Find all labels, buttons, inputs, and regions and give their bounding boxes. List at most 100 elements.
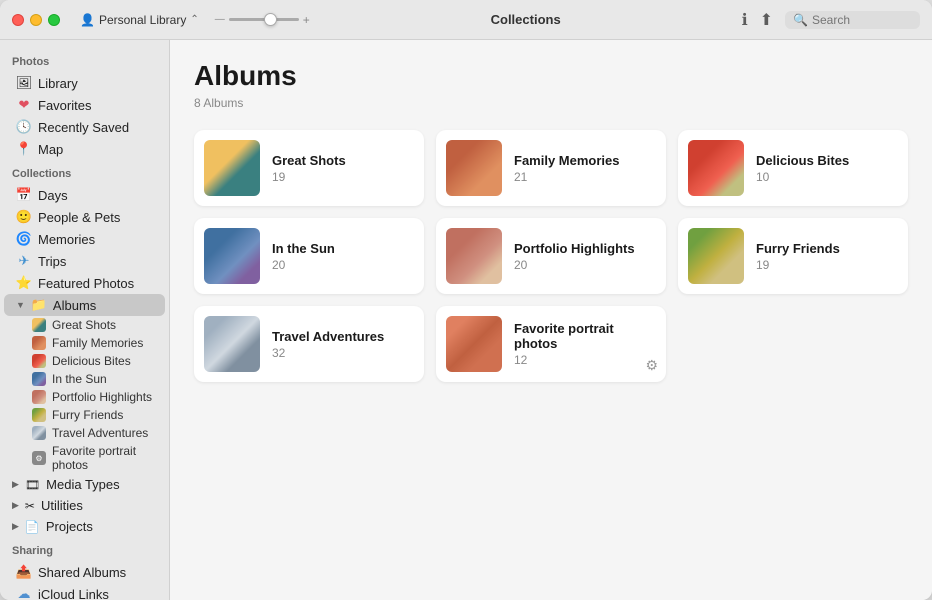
settings-icon[interactable]: ⚙: [645, 357, 658, 374]
delicious-bites-thumb: [32, 354, 46, 368]
album-name: Travel Adventures: [272, 329, 414, 344]
sidebar-item-label: Shared Albums: [38, 565, 126, 580]
album-card-travel-adventures[interactable]: Travel Adventures 32: [194, 306, 424, 382]
sidebar-item-label: Memories: [38, 232, 95, 247]
album-name: Favorite portrait photos: [514, 321, 656, 351]
sidebar-sub-family-memories[interactable]: Family Memories: [4, 334, 165, 352]
album-count: 20: [514, 258, 656, 272]
share-button[interactable]: ⬆: [760, 10, 773, 30]
album-card-portfolio-highlights[interactable]: Portfolio Highlights 20: [436, 218, 666, 294]
album-thumbnail: [204, 316, 260, 372]
album-card-furry-friends[interactable]: Furry Friends 19: [678, 218, 908, 294]
sidebar-item-people-pets[interactable]: 🙂 People & Pets: [4, 206, 165, 228]
albums-grid: Great Shots 19 Family Memories 21 Delici…: [194, 130, 908, 382]
album-count: 19: [272, 170, 414, 184]
favorites-icon: ❤: [16, 97, 32, 113]
recently-saved-icon: 🕓: [16, 119, 32, 135]
sidebar-sub-furry-friends[interactable]: Furry Friends: [4, 406, 165, 424]
album-info: In the Sun 20: [272, 241, 414, 272]
titlebar-right: ℹ ⬆ 🔍: [742, 10, 920, 30]
page-title: Albums: [194, 60, 908, 92]
sub-item-label: In the Sun: [52, 372, 107, 386]
album-info: Great Shots 19: [272, 153, 414, 184]
library-picker[interactable]: 👤 Personal Library ⌃: [80, 13, 199, 27]
sidebar-item-library[interactable]: 🖼 Library: [4, 72, 165, 94]
album-card-delicious-bites[interactable]: Delicious Bites 10: [678, 130, 908, 206]
sidebar-item-days[interactable]: 📅 Days: [4, 184, 165, 206]
icloud-links-icon: ☁: [16, 586, 32, 600]
library-label: Personal Library: [99, 13, 186, 27]
chevron-right-icon: [12, 500, 19, 511]
search-input[interactable]: [812, 13, 912, 27]
slider-track: [229, 18, 299, 21]
projects-icon: 📄: [25, 520, 40, 534]
sub-item-label: Great Shots: [52, 318, 116, 332]
sidebar-item-icloud-links[interactable]: ☁ iCloud Links: [4, 583, 165, 600]
memories-icon: 🌀: [16, 231, 32, 247]
maximize-button[interactable]: [48, 14, 60, 26]
close-button[interactable]: [12, 14, 24, 26]
album-name: Delicious Bites: [756, 153, 898, 168]
zoom-slider[interactable]: — +: [215, 13, 310, 27]
album-count: 21: [514, 170, 656, 184]
portfolio-thumb: [32, 390, 46, 404]
search-icon: 🔍: [793, 13, 808, 27]
sidebar-item-utilities[interactable]: ✂ Utilities: [4, 495, 165, 516]
sidebar-sub-delicious-bites[interactable]: Delicious Bites: [4, 352, 165, 370]
album-thumbnail: [688, 228, 744, 284]
sidebar-sub-travel[interactable]: Travel Adventures: [4, 424, 165, 442]
sidebar-sub-great-shots[interactable]: Great Shots: [4, 316, 165, 334]
sidebar-item-trips[interactable]: ✈ Trips: [4, 250, 165, 272]
sidebar-sub-portfolio[interactable]: Portfolio Highlights: [4, 388, 165, 406]
sidebar: Photos 🖼 Library ❤ Favorites 🕓 Recently …: [0, 40, 170, 600]
sidebar-sub-in-the-sun[interactable]: In the Sun: [4, 370, 165, 388]
sub-item-label: Family Memories: [52, 336, 143, 350]
sidebar-item-albums[interactable]: 📁 Albums: [4, 294, 165, 316]
titlebar-left: 👤 Personal Library ⌃ — +: [80, 13, 310, 27]
album-card-family-memories[interactable]: Family Memories 21: [436, 130, 666, 206]
great-shots-thumb: [32, 318, 46, 332]
album-count: 10: [756, 170, 898, 184]
album-thumbnail: [204, 228, 260, 284]
sidebar-item-featured-photos[interactable]: ⭐ Featured Photos: [4, 272, 165, 294]
album-count: 20: [272, 258, 414, 272]
chevron-right-icon: [12, 479, 19, 490]
sidebar-item-label: Favorites: [38, 98, 91, 113]
sub-item-label: Furry Friends: [52, 408, 123, 422]
album-info: Furry Friends 19: [756, 241, 898, 272]
travel-thumb: [32, 426, 46, 440]
days-icon: 📅: [16, 187, 32, 203]
info-button[interactable]: ℹ: [742, 10, 748, 30]
featured-photos-icon: ⭐: [16, 275, 32, 291]
in-the-sun-thumb: [32, 372, 46, 386]
sidebar-item-shared-albums[interactable]: 📤 Shared Albums: [4, 561, 165, 583]
sidebar-item-memories[interactable]: 🌀 Memories: [4, 228, 165, 250]
album-count: 12: [514, 353, 656, 367]
search-box[interactable]: 🔍: [785, 11, 920, 29]
sidebar-sub-portrait[interactable]: ⚙ Favorite portrait photos: [4, 442, 165, 474]
sidebar-item-label: Days: [38, 188, 68, 203]
sidebar-item-map[interactable]: 📍 Map: [4, 138, 165, 160]
album-info: Delicious Bites 10: [756, 153, 898, 184]
sidebar-item-media-types[interactable]: 🎞 Media Types: [4, 474, 165, 495]
sidebar-item-recently-saved[interactable]: 🕓 Recently Saved: [4, 116, 165, 138]
trips-icon: ✈: [16, 253, 32, 269]
media-types-icon: 🎞: [25, 478, 40, 492]
sidebar-item-label: Projects: [46, 519, 93, 534]
slider-thumb: [264, 13, 277, 26]
album-card-great-shots[interactable]: Great Shots 19: [194, 130, 424, 206]
album-name: Family Memories: [514, 153, 656, 168]
album-card-in-the-sun[interactable]: In the Sun 20: [194, 218, 424, 294]
sidebar-item-label: Library: [38, 76, 78, 91]
sidebar-item-projects[interactable]: 📄 Projects: [4, 516, 165, 537]
minimize-button[interactable]: [30, 14, 42, 26]
people-pets-icon: 🙂: [16, 209, 32, 225]
sidebar-item-label: People & Pets: [38, 210, 120, 225]
window-title: Collections: [491, 12, 561, 27]
titlebar-center: Collections: [310, 12, 742, 27]
album-name: Furry Friends: [756, 241, 898, 256]
album-card-favorite-portrait[interactable]: Favorite portrait photos 12 ⚙: [436, 306, 666, 382]
main-layout: Photos 🖼 Library ❤ Favorites 🕓 Recently …: [0, 40, 932, 600]
sidebar-item-favorites[interactable]: ❤ Favorites: [4, 94, 165, 116]
app-window: 👤 Personal Library ⌃ — + Collections ℹ ⬆…: [0, 0, 932, 600]
